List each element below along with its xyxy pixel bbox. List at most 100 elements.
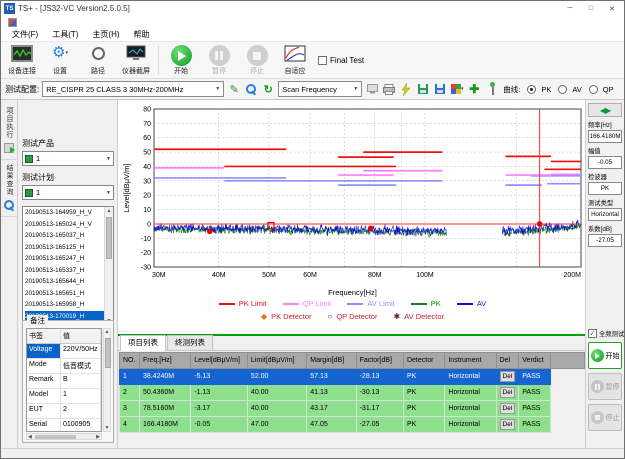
table-row[interactable]: 378.5160M-3.1740.0043.17-31.17PKHorizont…	[120, 401, 585, 417]
svg-text:30M: 30M	[152, 272, 166, 279]
maximize-button[interactable]: □	[582, 2, 600, 15]
column-header[interactable]: Limit[dBμV/m]	[247, 353, 306, 369]
column-header[interactable]: Factor[dB]	[356, 353, 403, 369]
fullband-checkbox[interactable]: ✓	[588, 329, 597, 338]
scan-mode-select[interactable]: Scan Frequency▼	[278, 81, 362, 97]
delete-button[interactable]: Del	[500, 403, 516, 414]
save-blue-icon	[435, 84, 445, 94]
result-item[interactable]: 20190513-164959_H_V	[25, 207, 104, 219]
settings-button[interactable]: ⚙▾ 设置	[41, 43, 79, 77]
result-item[interactable]: 20190513-165651_H	[25, 288, 104, 300]
column-header[interactable]: Detector	[403, 353, 444, 369]
scroll-thumb[interactable]	[106, 217, 112, 259]
monitor-icon	[367, 84, 378, 94]
mdi-child-icon[interactable]	[8, 18, 17, 27]
stop-icon	[591, 411, 604, 424]
radio-av[interactable]	[558, 85, 567, 94]
save-green-button[interactable]	[416, 81, 430, 97]
plan-select[interactable]: 1 ▼	[22, 185, 114, 200]
delete-button[interactable]: Del	[500, 371, 516, 382]
stop-test-button[interactable]: 停止	[588, 404, 622, 431]
start-button[interactable]: 开始	[162, 43, 200, 77]
test-config-select[interactable]: RE_CISPR 25 CLASS 3 30MHz-200MHz▼	[42, 81, 224, 97]
instrument-screenshot-button[interactable]: 仪器截屏	[117, 43, 155, 77]
radio-pk[interactable]	[527, 85, 536, 94]
menu-home[interactable]: 主页(H)	[85, 28, 126, 41]
save-blue-button[interactable]	[433, 81, 447, 97]
fullband-checkbox-row[interactable]: ✓ 全频测试	[588, 329, 624, 338]
menu-help[interactable]: 帮助	[127, 28, 157, 41]
add-button[interactable]: ✚	[467, 81, 481, 97]
search-results-icon	[4, 200, 14, 210]
adaptive-button[interactable]: 自适应	[276, 43, 314, 77]
result-item[interactable]: 20190513-165037_H	[25, 230, 104, 242]
monitor-button[interactable]	[365, 81, 379, 97]
search-config-button[interactable]	[244, 81, 258, 97]
legend-lines: PK LimitQP LimitAV LimitPKAV	[120, 297, 585, 310]
column-header[interactable]: Margin[dB]	[307, 353, 356, 369]
tab-result-query[interactable]: 结果查询	[1, 160, 17, 217]
path-button[interactable]: 路径	[79, 43, 117, 77]
column-header[interactable]: Freq.[Hz]	[139, 353, 190, 369]
svg-text:40: 40	[143, 164, 151, 171]
menu-file[interactable]: 文件(F)	[5, 28, 45, 41]
detector-marker	[537, 221, 543, 227]
detector-value: PK	[588, 182, 622, 195]
scroll-up-icon[interactable]: ▲	[105, 207, 113, 215]
remark-row[interactable]: Model1	[27, 389, 101, 404]
results-scrollbar[interactable]: ▲ ▼	[104, 207, 113, 325]
column-header[interactable]: Level[dBμV/m]	[191, 353, 248, 369]
minimize-button[interactable]: ─	[561, 2, 579, 15]
delete-button[interactable]: Del	[500, 419, 516, 430]
pause-test-button[interactable]: 暂停	[588, 373, 622, 400]
delete-button[interactable]: Del	[500, 387, 516, 398]
column-header[interactable]: NO.	[120, 353, 140, 369]
marker-jump-button[interactable]: ◀▶	[588, 103, 622, 117]
product-select[interactable]: 1 ▼	[22, 151, 114, 166]
column-header[interactable]: Verdict	[519, 353, 551, 369]
remark-hscrollbar[interactable]: ◀▶	[26, 433, 102, 440]
refresh-config-button[interactable]: ↻	[261, 81, 275, 97]
result-item[interactable]: 20190513-165644_H	[25, 276, 104, 288]
factor-value: -27.05	[588, 234, 622, 247]
result-item[interactable]: 20190513-165247_H	[25, 253, 104, 265]
table-row[interactable]: 250.4360M-1.1340.0041.13-30.13PKHorizont…	[120, 385, 585, 401]
tab-final-list[interactable]: 终测列表	[167, 335, 213, 350]
menu-tools[interactable]: 工具(T)	[45, 28, 85, 41]
column-header[interactable]: Del	[496, 353, 519, 369]
svg-text:10: 10	[143, 207, 151, 214]
tab-project-run[interactable]: 项目执行	[1, 103, 17, 160]
result-item[interactable]: 20190513-165125_H	[25, 242, 104, 254]
remark-row[interactable]: Voltage220V/50Hz	[27, 344, 101, 359]
final-test-checkbox-row[interactable]: Final Test	[318, 56, 364, 65]
close-button[interactable]: ✕	[603, 2, 621, 15]
quick-test-button[interactable]	[399, 81, 413, 97]
remark-row[interactable]: Mode低音模式	[27, 359, 101, 374]
table-row[interactable]: 138.4240M-5.1352.0057.13-28.13PKHorizont…	[120, 369, 585, 385]
column-header[interactable]: Instrument	[445, 353, 496, 369]
table-row[interactable]: 4166.4180M-0.0547.0047.05-27.05PKHorizon…	[120, 417, 585, 433]
palette-button[interactable]: ▾	[450, 81, 464, 97]
scroll-thumb[interactable]	[35, 435, 76, 439]
svg-text:40M: 40M	[212, 272, 226, 279]
result-item[interactable]: 20190513-165958_H	[25, 299, 104, 311]
print-button[interactable]	[382, 81, 396, 97]
result-item[interactable]: 20190513-165337_H	[25, 265, 104, 277]
radio-qp[interactable]	[589, 85, 598, 94]
svg-text:200M: 200M	[563, 272, 581, 279]
final-test-checkbox[interactable]	[318, 56, 327, 65]
remark-vscrollbar[interactable]: ▲▼	[103, 328, 111, 432]
detector-marker	[368, 226, 374, 232]
remark-row[interactable]: EUT2	[27, 404, 101, 419]
edit-config-button[interactable]: ✎	[227, 81, 241, 97]
result-item[interactable]: 20190513-165024_H_V	[25, 219, 104, 231]
pause-button[interactable]: 暂停	[200, 43, 238, 77]
start-test-button[interactable]: 开始	[588, 342, 622, 369]
stop-button[interactable]: 停止	[238, 43, 276, 77]
remark-row[interactable]: Serial0100905	[27, 419, 101, 432]
emi-chart[interactable]: -30-20-100102030405060708030M40M50M60M80…	[120, 103, 590, 284]
tab-project-list[interactable]: 项目列表	[120, 335, 166, 351]
device-connect-button[interactable]: 设备连接	[3, 43, 41, 77]
remark-row[interactable]: RemarkB	[27, 374, 101, 389]
pin-marker-button[interactable]	[484, 81, 498, 97]
